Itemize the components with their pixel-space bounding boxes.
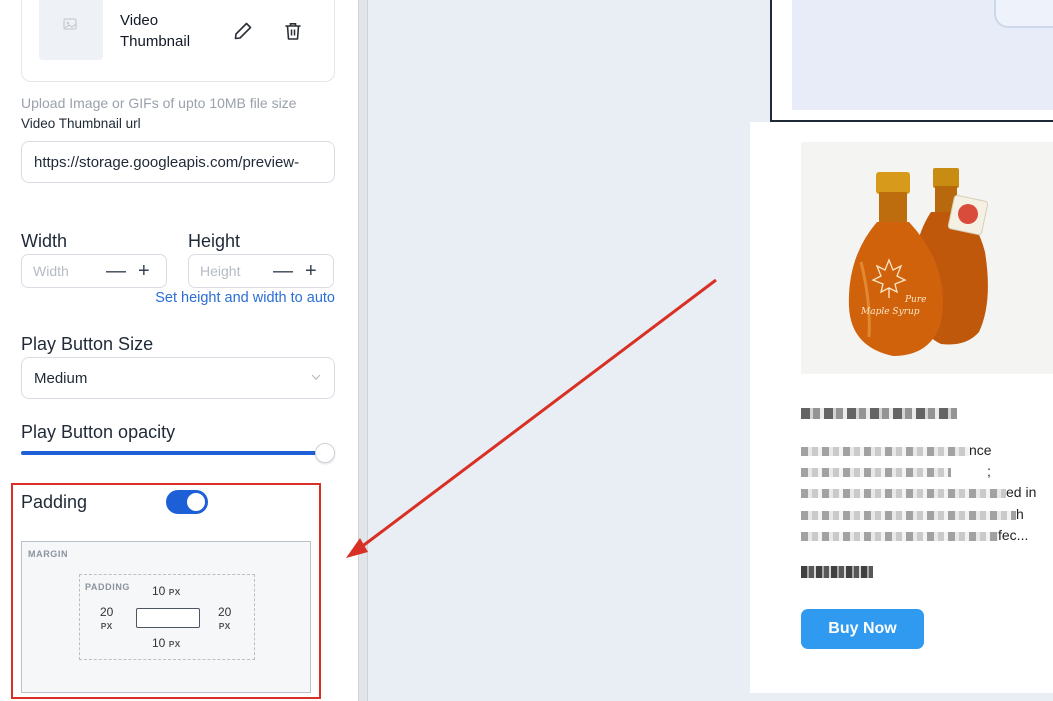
description-line-4 bbox=[801, 511, 1016, 520]
description-line-1 bbox=[801, 447, 969, 456]
margin-box: MARGIN PADDING 10 PX 10 PX 20 PX 20 PX bbox=[21, 541, 311, 693]
video-block-preview[interactable] bbox=[770, 0, 1053, 122]
play-button-size-value: Medium bbox=[34, 370, 88, 387]
padding-top-value[interactable]: 10 PX bbox=[152, 585, 181, 599]
product-title-blurred bbox=[801, 408, 957, 419]
opacity-slider-handle[interactable] bbox=[315, 443, 335, 463]
product-label-maple-syrup: Maple Syrup bbox=[860, 307, 920, 317]
padding-bottom-value[interactable]: 10 PX bbox=[152, 637, 181, 651]
width-label: Width bbox=[21, 231, 68, 251]
thumbnail-preview bbox=[39, 0, 103, 60]
image-icon bbox=[63, 18, 77, 30]
width-stepper: — + bbox=[21, 254, 167, 288]
thumbnail-title: Video Thumbnail bbox=[120, 12, 191, 50]
play-button-preview bbox=[994, 0, 1053, 28]
description-line-5-tail: fec... bbox=[998, 527, 1029, 543]
height-decrement-button[interactable]: — bbox=[273, 259, 293, 283]
description-line-5 bbox=[801, 532, 998, 541]
product-card: Pure Maple Syrup nce ; ed in h fec... Bu… bbox=[750, 122, 1053, 693]
set-auto-size-link[interactable]: Set height and width to auto bbox=[155, 290, 335, 306]
opacity-slider-track[interactable] bbox=[21, 451, 325, 455]
padding-toggle[interactable] bbox=[166, 490, 208, 514]
pencil-icon[interactable] bbox=[232, 20, 254, 42]
width-increment-button[interactable]: + bbox=[138, 259, 150, 283]
height-stepper: — + bbox=[188, 254, 334, 288]
video-thumbnail-url-label: Video Thumbnail url bbox=[21, 116, 141, 131]
video-thumbnail-url-input[interactable] bbox=[21, 141, 335, 183]
video-thumbnail-card: Video Thumbnail bbox=[21, 0, 335, 82]
description-line-2 bbox=[801, 468, 951, 477]
padding-right-value[interactable]: 20 PX bbox=[218, 606, 231, 633]
padding-box-label: PADDING bbox=[85, 582, 131, 592]
settings-panel: Video Thumbnail Upload Image or GIFs of … bbox=[0, 0, 358, 701]
height-label: Height bbox=[188, 231, 241, 251]
product-image: Pure Maple Syrup bbox=[801, 142, 1053, 374]
padding-box: PADDING 10 PX 10 PX 20 PX 20 PX bbox=[79, 574, 255, 660]
play-button-opacity-label: Play Button opacity bbox=[21, 422, 176, 442]
margin-label: MARGIN bbox=[28, 549, 69, 559]
description-line-3-tail: ed in bbox=[1006, 484, 1037, 500]
panel-resize-divider[interactable] bbox=[358, 0, 368, 701]
width-input[interactable] bbox=[33, 263, 93, 279]
chevron-down-icon bbox=[311, 374, 321, 380]
price-blurred bbox=[801, 566, 873, 578]
description-line-4-tail: h bbox=[1016, 506, 1024, 522]
trash-icon[interactable] bbox=[282, 20, 304, 42]
padding-left-value[interactable]: 20 PX bbox=[100, 606, 113, 633]
description-line-3 bbox=[801, 489, 1006, 498]
padding-label: Padding bbox=[21, 492, 88, 512]
description-line-2-tail: ; bbox=[987, 463, 991, 479]
buy-now-button[interactable]: Buy Now bbox=[801, 609, 924, 649]
product-label-pure: Pure bbox=[904, 295, 926, 305]
upload-helper-text: Upload Image or GIFs of upto 10MB file s… bbox=[21, 95, 297, 111]
height-input[interactable] bbox=[200, 263, 260, 279]
play-button-size-select[interactable]: Medium bbox=[21, 357, 335, 399]
toggle-knob bbox=[187, 493, 205, 511]
content-box bbox=[136, 608, 200, 628]
height-increment-button[interactable]: + bbox=[305, 259, 317, 283]
width-decrement-button[interactable]: — bbox=[106, 259, 126, 283]
play-button-size-label: Play Button Size bbox=[21, 334, 154, 354]
description-line-1-tail: nce bbox=[969, 442, 992, 458]
